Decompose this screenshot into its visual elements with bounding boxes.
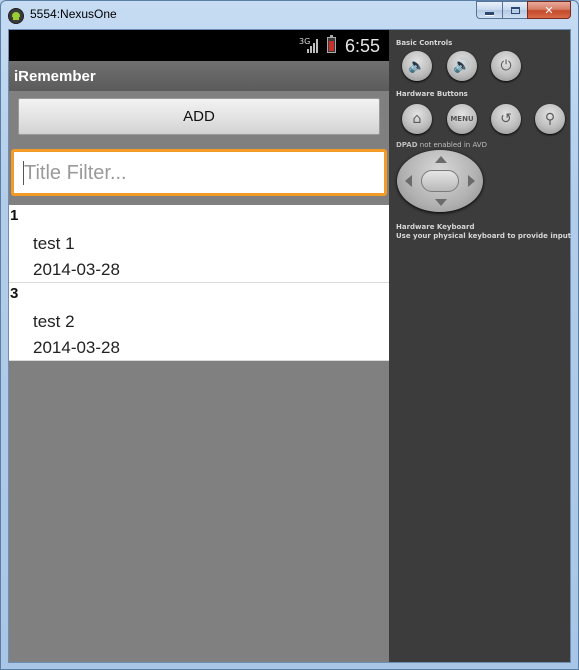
- search-icon: ⚲: [544, 111, 556, 127]
- dpad-center-button[interactable]: [421, 170, 459, 192]
- back-button[interactable]: ↺: [491, 104, 521, 134]
- dpad-down-icon[interactable]: [435, 199, 447, 206]
- close-icon: ✕: [544, 3, 554, 17]
- android-app-icon: [8, 8, 24, 24]
- maximize-button[interactable]: [502, 1, 527, 19]
- list-item[interactable]: 1 test 1 2014-03-28: [9, 205, 389, 283]
- status-time: 6:55: [345, 36, 381, 56]
- close-button[interactable]: ✕: [527, 1, 571, 19]
- add-button[interactable]: ADD: [18, 98, 380, 135]
- emulator-window: 5554:NexusOne ✕ 3G 6:55 iRemember ADD Ti…: [0, 0, 579, 670]
- volume-down-icon: 🔈: [408, 58, 426, 74]
- item-title: test 2: [33, 312, 75, 331]
- hardware-buttons-label: Hardware Buttons: [396, 90, 468, 98]
- volume-up-icon: 🔊: [453, 58, 471, 74]
- item-date: 2014-03-28: [33, 338, 120, 357]
- item-date: 2014-03-28: [33, 260, 120, 279]
- battery-icon: [327, 35, 336, 53]
- emulator-controls-panel: Basic Controls 🔈 🔊 ⏻ Hardware Buttons ⌂ …: [389, 30, 572, 662]
- dpad-up-icon[interactable]: [435, 156, 447, 163]
- item-title: test 1: [33, 234, 75, 253]
- dpad-right-icon[interactable]: [468, 175, 475, 187]
- back-icon: ↺: [500, 111, 512, 127]
- title-filter-field[interactable]: [11, 149, 387, 196]
- maximize-icon: [510, 6, 520, 14]
- app-title: iRemember: [14, 68, 96, 85]
- dpad-left-icon[interactable]: [405, 175, 412, 187]
- hardware-keyboard-label: Hardware Keyboard: [396, 223, 475, 231]
- list-item[interactable]: 3 test 2 2014-03-28: [9, 283, 389, 361]
- search-button[interactable]: ⚲: [535, 104, 565, 134]
- item-id: 1: [10, 207, 19, 224]
- menu-label: MENU: [450, 115, 474, 123]
- title-filter-input[interactable]: [24, 155, 374, 191]
- window-title: 5554:NexusOne: [30, 7, 117, 21]
- home-icon: ⌂: [412, 111, 422, 127]
- status-bar: 3G 6:55: [9, 30, 389, 61]
- volume-up-button[interactable]: 🔊: [447, 51, 477, 81]
- minimize-button[interactable]: [476, 1, 502, 19]
- dpad-note: not enabled in AVD: [419, 141, 487, 149]
- power-button[interactable]: ⏻: [491, 51, 521, 81]
- item-id: 3: [10, 285, 19, 302]
- device-screen: 3G 6:55 iRemember ADD 1 test 1 2014-0: [9, 30, 389, 662]
- power-icon: ⏻: [500, 58, 512, 74]
- dpad-label-bold: DPAD: [396, 141, 418, 149]
- home-button[interactable]: ⌂: [402, 104, 432, 134]
- signal-icon: [307, 39, 319, 53]
- dpad-label: DPAD not enabled in AVD: [396, 141, 487, 149]
- minimize-icon: [485, 11, 494, 15]
- emulator-client-area: 3G 6:55 iRemember ADD 1 test 1 2014-0: [8, 29, 571, 663]
- menu-button[interactable]: MENU: [447, 104, 477, 134]
- action-bar: iRemember: [9, 61, 389, 91]
- basic-controls-label: Basic Controls: [396, 39, 453, 47]
- volume-down-button[interactable]: 🔈: [402, 51, 432, 81]
- reminder-list: 1 test 1 2014-03-28 3 test 2 2014-03-28: [9, 205, 389, 361]
- window-titlebar[interactable]: 5554:NexusOne ✕: [1, 1, 578, 29]
- dpad[interactable]: [397, 150, 483, 212]
- hardware-keyboard-note: Use your physical keyboard to provide in…: [396, 232, 572, 240]
